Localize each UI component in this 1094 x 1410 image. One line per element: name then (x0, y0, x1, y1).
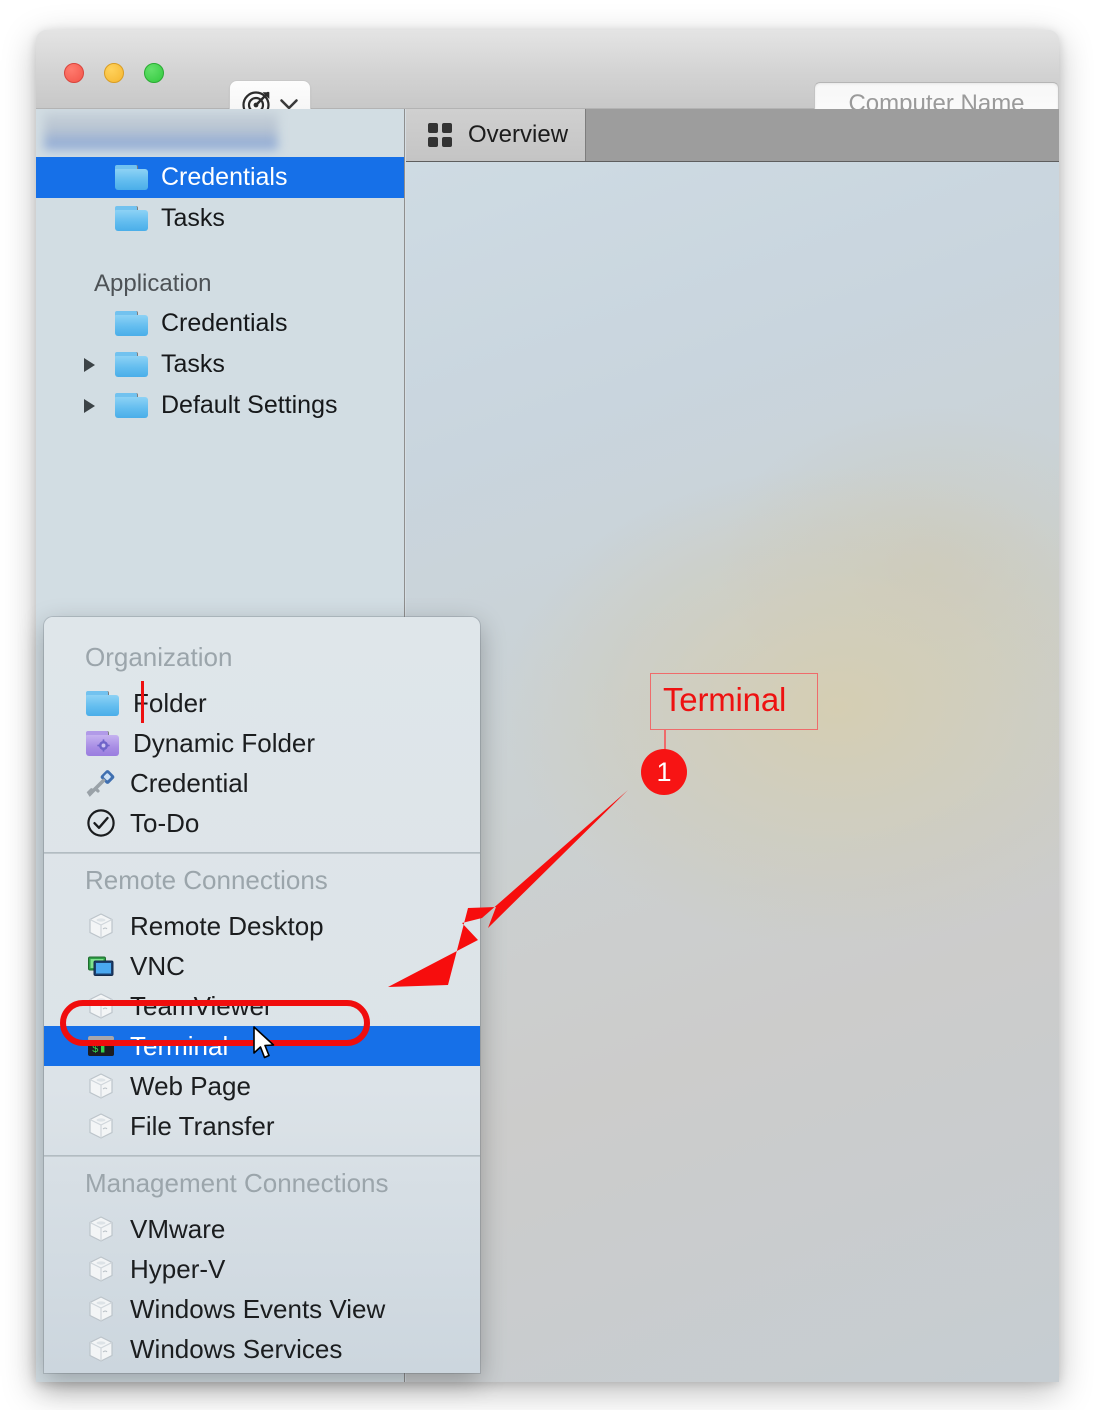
sidebar-item-credentials-app[interactable]: Credentials (36, 303, 404, 344)
menu-item-label: Hyper-V (130, 1253, 226, 1284)
key-icon (86, 768, 116, 798)
annotation-label-text: Terminal (663, 681, 787, 718)
sidebar-item-credentials-top[interactable]: Credentials (36, 157, 404, 198)
package-icon (86, 1214, 116, 1244)
menu-item-label: Folder (133, 687, 207, 718)
package-icon (86, 1334, 116, 1364)
folder-icon (115, 311, 148, 336)
folder-icon (115, 206, 148, 231)
grid-icon (428, 123, 452, 147)
checkmark-circle-icon (86, 808, 116, 838)
sidebar-item-label: Tasks (161, 350, 225, 378)
menu-item-dynamic-folder[interactable]: Dynamic Folder (44, 723, 480, 763)
menu-section-management-connections-header: Management Connections (85, 1167, 389, 1198)
traffic-light-group (64, 63, 164, 83)
menu-section-organization-header: Organization (85, 641, 233, 672)
content-area: Overview (406, 109, 1059, 1382)
folder-icon (115, 165, 148, 190)
menu-item-hyper-v[interactable]: Hyper-V (44, 1249, 480, 1289)
screenshot-root: Computer Name Credentials Tasks Applicat… (0, 0, 1094, 1410)
menu-item-label: File Transfer (130, 1110, 275, 1141)
content-tabbar: Overview (406, 109, 1059, 162)
menu-item-credential[interactable]: Credential (44, 763, 480, 803)
sidebar-item-tasks-top[interactable]: Tasks (36, 198, 404, 239)
sidebar-item-label: Default Settings (161, 391, 338, 419)
sidebar-item-label: Tasks (161, 204, 225, 232)
disclosure-triangle-icon[interactable] (84, 398, 95, 413)
dynamic-folder-icon (86, 730, 119, 756)
zoom-button[interactable] (144, 63, 164, 83)
package-icon (86, 1294, 116, 1324)
sidebar-item-tasks-app[interactable]: Tasks (36, 344, 404, 385)
menu-item-label: Credential (130, 767, 249, 798)
tab-label: Overview (468, 121, 569, 148)
mouse-cursor-icon (253, 1026, 275, 1059)
package-icon (86, 1111, 116, 1141)
sidebar-item-label: Credentials (161, 163, 288, 191)
menu-item-windows-events-view[interactable]: Windows Events View (44, 1289, 480, 1329)
menu-item-windows-processes[interactable]: Windows Processes (44, 1369, 480, 1373)
menu-item-vnc[interactable]: VNC (44, 946, 480, 986)
menu-item-web-page[interactable]: Web Page (44, 1066, 480, 1106)
annotation-label-box: Terminal (650, 673, 818, 730)
close-button[interactable] (64, 63, 84, 83)
annotation-text-caret (141, 681, 144, 723)
menu-top-padding (44, 617, 480, 631)
sidebar-item-label: Credentials (161, 309, 288, 337)
disclosure-triangle-icon[interactable] (84, 357, 95, 372)
menu-item-label: VMware (130, 1213, 226, 1244)
annotation-highlight-ellipse (60, 1000, 370, 1046)
menu-item-label: Windows Services (130, 1333, 343, 1364)
menu-item-folder[interactable]: Folder (44, 683, 480, 723)
new-item-popup-menu: Organization Folder Dynamic Folder Crede… (44, 617, 480, 1373)
menu-section-remote-connections-header: Remote Connections (85, 864, 328, 895)
menu-item-label: Windows Events View (130, 1293, 386, 1324)
sidebar-tree: Credentials Tasks Application Credential… (36, 157, 404, 426)
tab-overview[interactable]: Overview (406, 109, 586, 161)
minimize-button[interactable] (104, 63, 124, 83)
folder-icon (115, 352, 148, 377)
package-icon (86, 1254, 116, 1284)
menu-item-vmware[interactable]: VMware (44, 1209, 480, 1249)
menu-item-label: VNC (130, 950, 185, 981)
sidebar-redacted-item (44, 112, 278, 150)
gear-icon (97, 738, 110, 752)
package-icon (86, 1071, 116, 1101)
menu-item-label: Dynamic Folder (133, 727, 316, 758)
folder-icon (86, 690, 119, 716)
menu-item-to-do[interactable]: To-Do (44, 803, 480, 843)
menu-item-label: Remote Desktop (130, 910, 324, 941)
menu-item-remote-desktop[interactable]: Remote Desktop (44, 906, 480, 946)
menu-item-file-transfer[interactable]: File Transfer (44, 1106, 480, 1146)
menu-item-windows-services[interactable]: Windows Services (44, 1329, 480, 1369)
sidebar-item-default-settings[interactable]: Default Settings (36, 385, 404, 426)
sidebar-group-application: Application (94, 270, 212, 297)
package-icon (86, 911, 116, 941)
vnc-icon (86, 951, 116, 981)
menu-item-label: Web Page (130, 1070, 251, 1101)
menu-item-label: To-Do (130, 807, 200, 838)
window-titlebar: Computer Name (36, 30, 1059, 128)
annotation-step-badge: 1 (641, 749, 687, 795)
folder-icon (115, 393, 148, 418)
